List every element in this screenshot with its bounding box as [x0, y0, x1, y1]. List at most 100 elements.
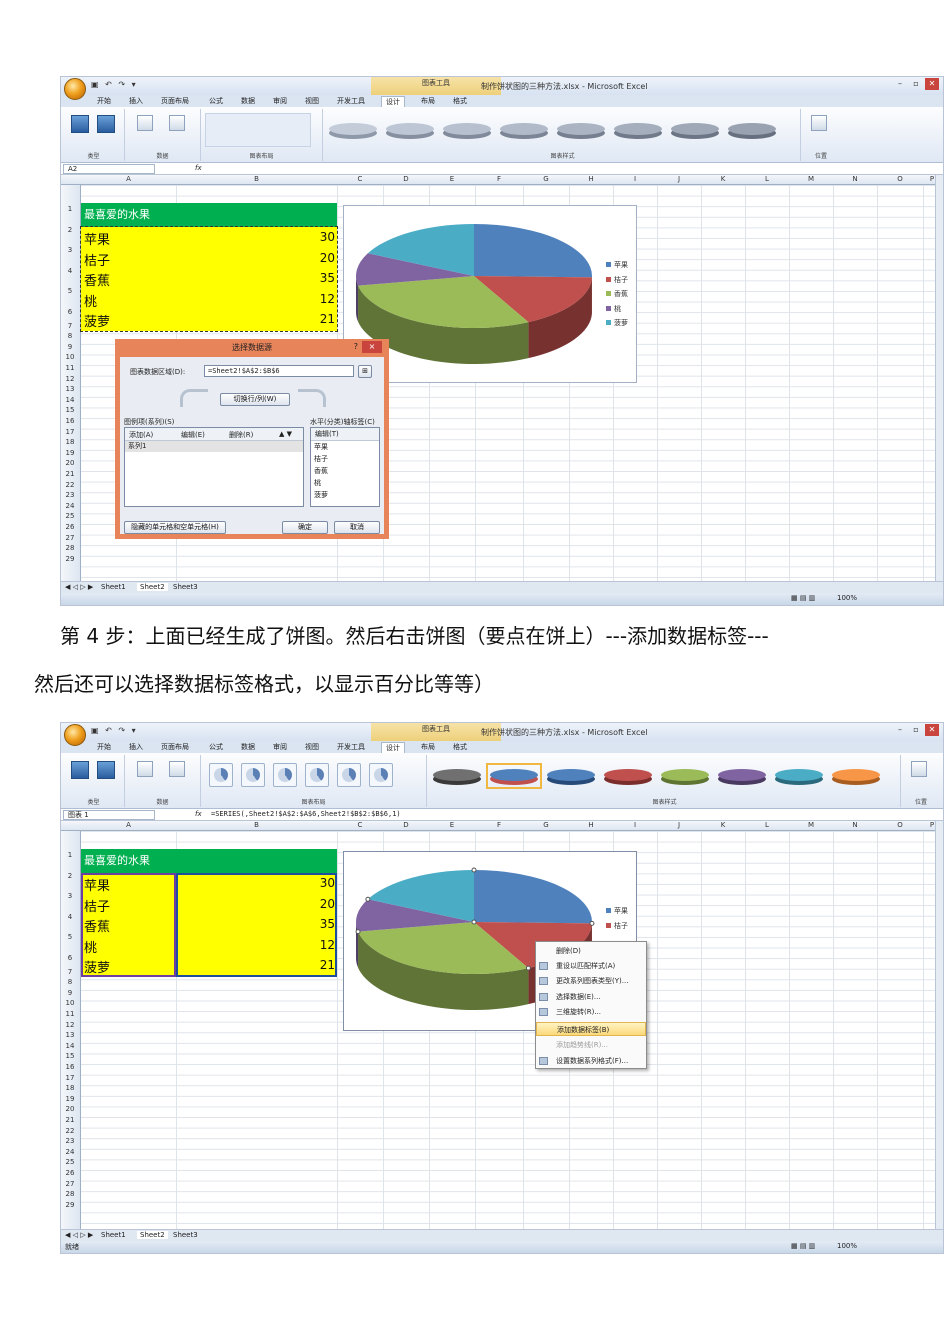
chart-style-thumbnail[interactable]	[602, 765, 654, 787]
switch-row-col-icon[interactable]	[137, 761, 153, 777]
column-header[interactable]: E	[429, 175, 475, 183]
row-header[interactable]: 21	[61, 470, 79, 478]
row-header[interactable]: 12	[61, 375, 79, 383]
fruit-name-cell[interactable]: 菠萝	[84, 311, 110, 330]
selection-handle[interactable]	[589, 920, 595, 926]
column-header[interactable]: N	[833, 821, 877, 829]
axis-label-item[interactable]: 菠萝	[314, 489, 379, 501]
sheet-nav-icon[interactable]: ◀ ◁ ▷ ▶	[65, 583, 93, 591]
fx-icon[interactable]: fx	[195, 810, 202, 818]
column-header[interactable]: B	[176, 175, 337, 183]
row-header[interactable]: 10	[61, 999, 79, 1007]
row-header[interactable]: 1	[61, 205, 79, 213]
row-header[interactable]: 27	[61, 1180, 79, 1188]
column-header[interactable]: G	[523, 821, 569, 829]
column-header[interactable]: O	[877, 821, 923, 829]
row-header[interactable]: 26	[61, 523, 79, 531]
tab-layout[interactable]: 布局	[417, 96, 439, 106]
row-header[interactable]: 22	[61, 481, 79, 489]
axis-label-item[interactable]: 桃	[314, 477, 379, 489]
vertical-scrollbar[interactable]	[935, 821, 943, 1229]
fruit-name-cell[interactable]: 桃	[84, 291, 97, 310]
fruit-value-cell[interactable]: 30	[295, 230, 335, 244]
row-header[interactable]: 3	[61, 246, 79, 254]
column-header[interactable]: I	[613, 821, 657, 829]
selection-handle[interactable]	[471, 867, 477, 873]
fruit-name-cell[interactable]: 桔子	[84, 250, 110, 269]
column-header[interactable]: O	[877, 175, 923, 183]
context-menu-item[interactable]: 删除(D)	[536, 944, 646, 958]
row-header[interactable]: 6	[61, 308, 79, 316]
switch-row-col-icon[interactable]	[137, 115, 153, 131]
column-header[interactable]: I	[613, 175, 657, 183]
row-header[interactable]: 1	[61, 851, 79, 859]
row-header[interactable]: 4	[61, 267, 79, 275]
view-buttons[interactable]: ▦ ▤ ▥	[791, 594, 815, 602]
move-chart-icon[interactable]	[911, 761, 927, 777]
row-header[interactable]: 24	[61, 1148, 79, 1156]
close-icon[interactable]: ✕	[925, 724, 939, 736]
axis-label-item[interactable]: 苹果	[314, 441, 379, 453]
close-icon[interactable]: ✕	[925, 78, 939, 90]
add-series-button[interactable]: 添加(A)	[129, 430, 153, 440]
series-list[interactable]: 添加(A) 编辑(E) 删除(R) ▲ ▼ 系列1	[124, 427, 304, 507]
tab-format[interactable]: 格式	[449, 96, 471, 106]
row-header[interactable]: 15	[61, 1052, 79, 1060]
fruit-value-cell[interactable]: 30	[295, 876, 335, 890]
row-header[interactable]: 12	[61, 1021, 79, 1029]
row-header[interactable]: 10	[61, 353, 79, 361]
quick-access-toolbar[interactable]: ▣ ↶ ↷ ▾	[91, 726, 138, 735]
quick-access-toolbar[interactable]: ▣ ↶ ↷ ▾	[91, 80, 138, 89]
chart-style-thumbnail[interactable]	[486, 763, 542, 789]
edit-axis-button[interactable]: 编辑(T)	[311, 428, 379, 441]
tab-page-layout[interactable]: 页面布局	[157, 96, 193, 106]
column-header[interactable]: F	[475, 821, 523, 829]
row-header[interactable]: 20	[61, 1105, 79, 1113]
cancel-button[interactable]: 取消	[334, 521, 380, 534]
fruit-value-cell[interactable]: 12	[295, 938, 335, 952]
row-header[interactable]: 7	[61, 968, 79, 976]
dialog-close-button[interactable]: ×	[362, 341, 382, 353]
row-header[interactable]: 14	[61, 396, 79, 404]
tab-design[interactable]: 设计	[381, 742, 405, 753]
sheet-tab-1[interactable]: Sheet1	[101, 1231, 126, 1239]
axis-label-item[interactable]: 桔子	[314, 453, 379, 465]
ok-button[interactable]: 确定	[282, 521, 328, 534]
column-header[interactable]: M	[789, 175, 833, 183]
sheet-tab-3[interactable]: Sheet3	[173, 583, 198, 591]
row-header[interactable]: 29	[61, 1201, 79, 1209]
tab-insert[interactable]: 插入	[125, 742, 147, 752]
context-menu-item[interactable]: 设置数据系列格式(F)...	[536, 1054, 646, 1068]
row-header[interactable]: 28	[61, 1190, 79, 1198]
tab-data[interactable]: 数据	[237, 742, 259, 752]
tab-data[interactable]: 数据	[237, 96, 259, 106]
context-menu-item[interactable]: 重设以匹配样式(A)	[536, 959, 646, 973]
tab-home[interactable]: 开始	[93, 742, 115, 752]
selection-handle[interactable]	[365, 896, 371, 902]
chart-style-thumbnail[interactable]	[441, 119, 493, 141]
fruit-name-cell[interactable]: 桃	[84, 937, 97, 956]
row-header[interactable]: 5	[61, 933, 79, 941]
minimize-icon[interactable]: –	[893, 78, 907, 90]
row-header[interactable]: 6	[61, 954, 79, 962]
sheet-nav-icon[interactable]: ◀ ◁ ▷ ▶	[65, 1231, 93, 1239]
fx-icon[interactable]: fx	[195, 164, 202, 172]
column-header[interactable]: C	[337, 175, 383, 183]
chart-style-thumbnail[interactable]	[498, 119, 550, 141]
row-header[interactable]: 25	[61, 1158, 79, 1166]
column-header[interactable]: J	[657, 821, 701, 829]
move-chart-icon[interactable]	[811, 115, 827, 131]
tab-developer[interactable]: 开发工具	[333, 742, 369, 752]
chart-style-thumbnail[interactable]	[669, 119, 721, 141]
row-header[interactable]: 11	[61, 364, 79, 372]
edit-series-button[interactable]: 编辑(E)	[181, 430, 205, 440]
series-item[interactable]: 系列1	[125, 441, 303, 452]
row-header[interactable]: 8	[61, 978, 79, 986]
row-header[interactable]: 24	[61, 502, 79, 510]
column-header[interactable]: H	[569, 821, 613, 829]
fruit-name-cell[interactable]: 香蕉	[84, 916, 110, 935]
column-header[interactable]: F	[475, 175, 523, 183]
row-header[interactable]: 15	[61, 406, 79, 414]
sheet-tab-1[interactable]: Sheet1	[101, 583, 126, 591]
zoom-level[interactable]: 100%	[837, 594, 857, 602]
